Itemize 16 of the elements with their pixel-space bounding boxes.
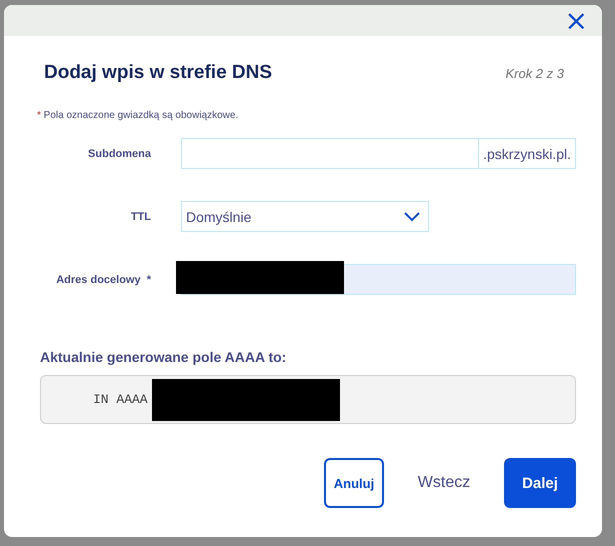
domain-suffix: .pskrzynski.pl. xyxy=(482,144,572,164)
close-button[interactable]: × xyxy=(560,6,592,34)
subdomain-field[interactable]: .pskrzynski.pl. xyxy=(181,138,576,169)
chevron-down-icon xyxy=(404,212,420,222)
step-indicator: Krok 2 z 3 xyxy=(505,66,565,80)
back-button[interactable]: Wstecz xyxy=(402,458,486,508)
field-label: Subdomena xyxy=(87,148,151,160)
ttl-select[interactable]: Domyślnie xyxy=(181,201,429,232)
dialog-title: Dodaj wpis w strefie DNS xyxy=(44,62,272,84)
record-prefix: IN AAAA xyxy=(93,392,148,407)
next-button[interactable]: Dalej xyxy=(504,458,576,508)
field-label: TTL xyxy=(130,210,151,222)
field-label: Adres docelowy * xyxy=(55,274,151,286)
generated-record-label: Aktualnie generowane pole AAAA to: xyxy=(39,349,288,365)
required-note: * Pola oznaczone gwiazdką są obowiązkowe. xyxy=(37,110,240,121)
cancel-button[interactable]: Anuluj xyxy=(324,458,384,508)
